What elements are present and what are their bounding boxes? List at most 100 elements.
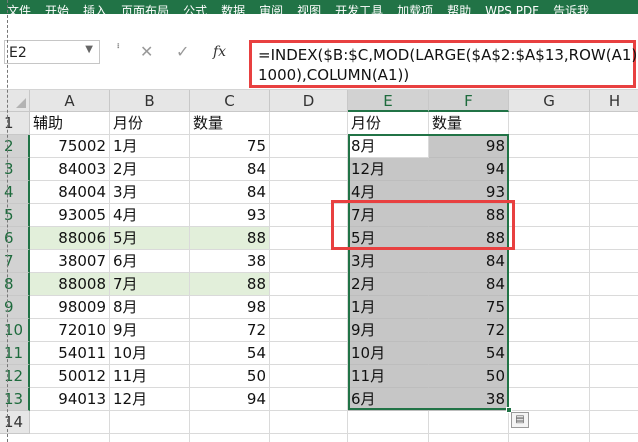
cell[interactable]: 7月 [348,204,429,227]
cell[interactable]: 54 [429,342,509,365]
cell[interactable] [348,411,429,434]
cell[interactable] [270,388,348,411]
cell[interactable] [590,365,638,388]
cell[interactable] [429,411,509,434]
cell[interactable] [590,181,638,204]
row-header[interactable]: 7 [0,250,30,273]
cell[interactable] [509,158,590,181]
cell[interactable]: 10月 [110,342,190,365]
ribbon-tab[interactable]: 开始 [38,5,76,14]
cell[interactable] [509,273,590,296]
cell[interactable]: 84003 [30,158,110,181]
cell[interactable]: 94 [429,158,509,181]
quick-analysis-icon[interactable]: ▤ [511,412,529,428]
cell[interactable]: 94013 [30,388,110,411]
ribbon-tab[interactable]: 告诉我 [546,5,596,14]
cell[interactable]: 93005 [30,204,110,227]
cell[interactable]: 93 [190,204,270,227]
cell[interactable]: 94 [190,388,270,411]
cell[interactable] [270,342,348,365]
cell[interactable]: 72 [429,319,509,342]
cell[interactable]: 88 [429,204,509,227]
cell[interactable] [590,273,638,296]
row-header[interactable]: 1 [0,112,30,135]
insert-function-icon[interactable]: fx [213,44,226,60]
cell[interactable]: 88 [190,227,270,250]
row-header[interactable]: 11 [0,342,30,365]
cell[interactable]: 9月 [110,319,190,342]
cancel-icon[interactable]: ✕ [140,42,153,61]
cell[interactable] [509,296,590,319]
cell[interactable] [590,135,638,158]
cell[interactable]: 6月 [110,250,190,273]
row-header[interactable]: 8 [0,273,30,296]
cell[interactable]: 84 [190,181,270,204]
chevron-down-icon[interactable]: ▼ [85,44,93,55]
cell[interactable]: 1月 [110,135,190,158]
cell[interactable]: 6月 [348,388,429,411]
cell[interactable]: 75002 [30,135,110,158]
cell[interactable]: 月份 [110,112,190,135]
cell[interactable]: 12月 [110,388,190,411]
row-header[interactable]: 2 [0,135,30,158]
cell[interactable] [509,319,590,342]
cell[interactable] [590,227,638,250]
cell[interactable] [590,411,638,434]
cell[interactable]: 3月 [110,181,190,204]
cell[interactable] [270,411,348,434]
row-header[interactable]: 9 [0,296,30,319]
cell[interactable]: 2月 [348,273,429,296]
cell[interactable] [190,411,270,434]
cell[interactable] [270,227,348,250]
cell[interactable]: 2月 [110,158,190,181]
cell[interactable]: 84 [429,250,509,273]
cell[interactable]: 54011 [30,342,110,365]
cell[interactable] [270,319,348,342]
drag-handle-icon[interactable]: ··· [111,42,125,47]
cell[interactable] [270,250,348,273]
name-box[interactable]: E2 ▼ [4,40,100,64]
ribbon-tab[interactable]: WPS PDF [478,5,546,14]
column-header-h[interactable]: H [590,90,638,112]
formula-input[interactable]: =INDEX($B:$C,MOD(LARGE($A$2:$A$13,ROW(A1… [249,40,638,88]
cell[interactable]: 88008 [30,273,110,296]
row-header[interactable]: 14 [0,411,30,434]
cell[interactable]: 50012 [30,365,110,388]
cell[interactable] [348,434,429,442]
column-header-c[interactable]: C [190,90,270,112]
cell[interactable]: 12月 [348,158,429,181]
row-header[interactable]: 3 [0,158,30,181]
cell[interactable]: 72010 [30,319,110,342]
cell[interactable] [270,273,348,296]
cell[interactable]: 辅助 [30,112,110,135]
cell[interactable]: 72 [190,319,270,342]
cell[interactable]: 11月 [110,365,190,388]
enter-icon[interactable]: ✓ [176,42,189,61]
column-header-f[interactable]: F [429,90,509,112]
cell[interactable] [110,411,190,434]
ribbon-tab[interactable]: 加载项 [390,5,440,14]
cell[interactable]: 4月 [110,204,190,227]
cell[interactable]: 84 [190,158,270,181]
cell[interactable] [590,296,638,319]
cell[interactable]: 50 [190,365,270,388]
cell[interactable] [590,250,638,273]
cell[interactable]: 9月 [348,319,429,342]
ribbon-tab[interactable]: 公式 [176,5,214,14]
cell[interactable] [509,227,590,250]
select-all-button[interactable] [0,90,30,112]
cell[interactable]: 3月 [348,250,429,273]
cell[interactable] [270,158,348,181]
cell[interactable] [270,181,348,204]
ribbon-tab[interactable]: 数据 [214,5,252,14]
cell[interactable]: 38 [429,388,509,411]
cell[interactable]: 数量 [429,112,509,135]
cell[interactable]: 93 [429,181,509,204]
cell[interactable]: 75 [190,135,270,158]
cell[interactable] [509,250,590,273]
cell[interactable] [270,434,348,442]
cell[interactable] [590,158,638,181]
row-header[interactable]: 12 [0,365,30,388]
ribbon-tab[interactable]: 页面布局 [114,5,176,14]
cell[interactable] [30,411,110,434]
